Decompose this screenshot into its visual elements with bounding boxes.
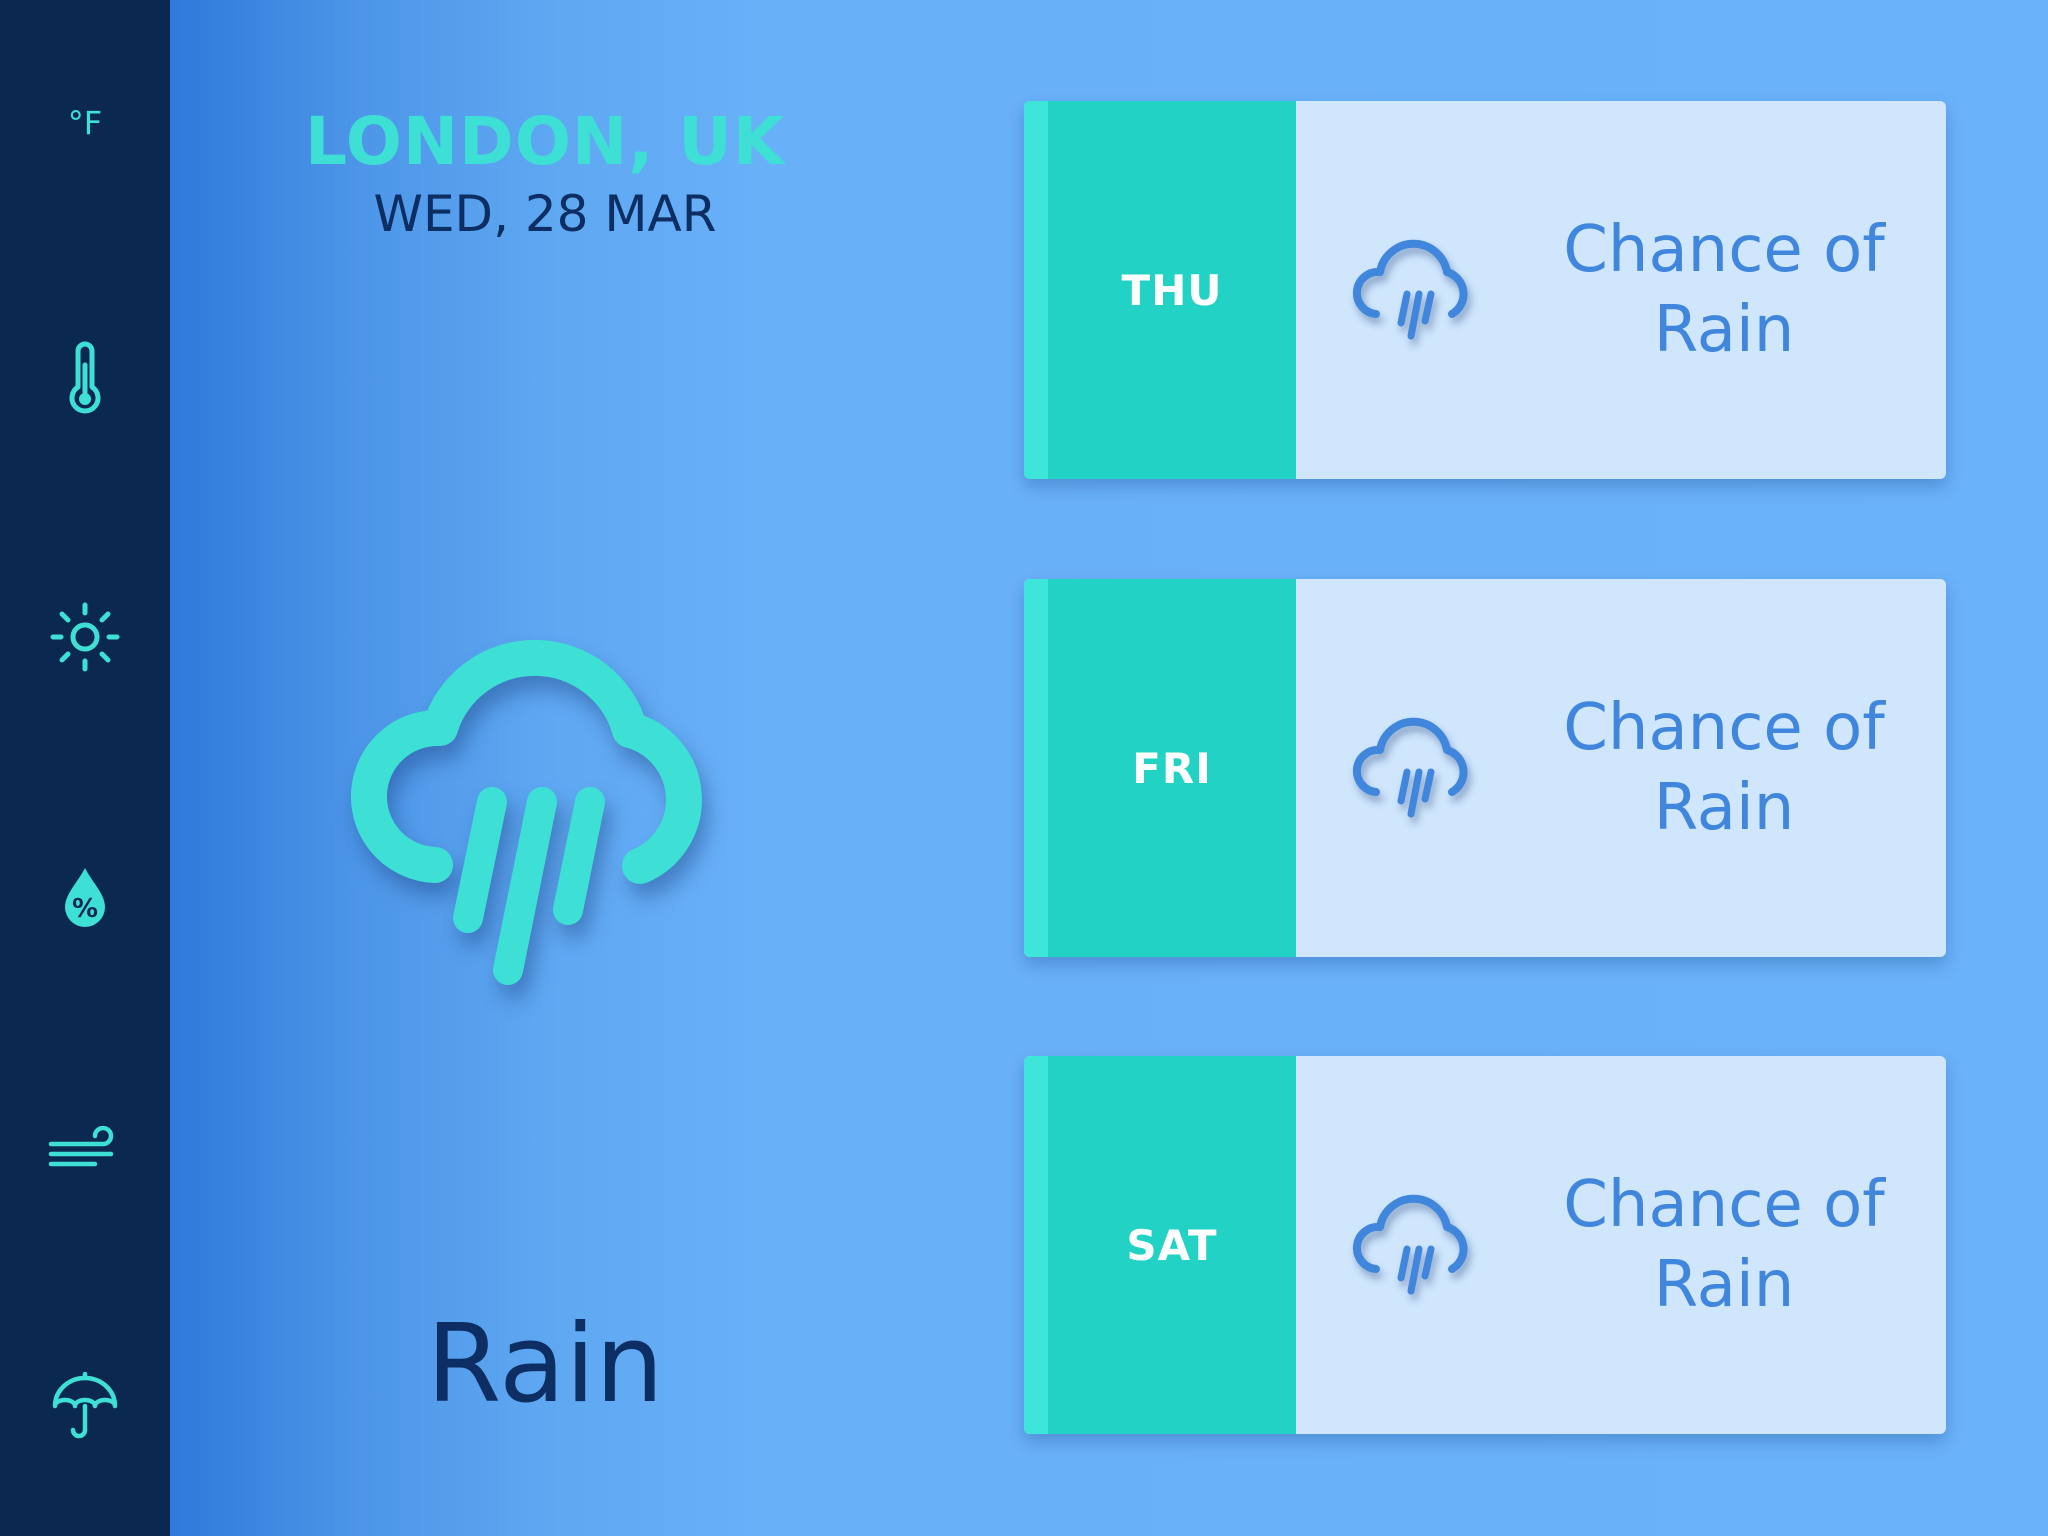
wind-icon: [48, 1126, 114, 1167]
rain-cloud-icon: [1352, 239, 1468, 340]
precipitation-button[interactable]: [0, 1352, 170, 1462]
wind-button[interactable]: [0, 1096, 170, 1206]
svg-text:%: %: [72, 894, 98, 924]
forecast-card[interactable]: FRI Chance of Rain: [1024, 579, 1946, 957]
sidebar: °F %: [0, 0, 170, 1536]
current-condition: Rain: [426, 1302, 664, 1427]
temperature-button[interactable]: [0, 324, 170, 434]
forecast-day: FRI: [1132, 743, 1212, 793]
umbrella-icon: [52, 1372, 118, 1439]
day-panel: SAT: [1048, 1056, 1296, 1434]
forecast-card[interactable]: THU Chance of Rain: [1024, 101, 1946, 479]
card-accent-stripe: [1024, 1056, 1048, 1434]
thermometer-icon: [69, 341, 101, 414]
forecast-description: Chance of Rain: [1563, 1168, 1885, 1322]
forecast-description: Chance of Rain: [1563, 213, 1885, 367]
unit-label: °F: [67, 104, 103, 142]
sun-icon: [50, 602, 120, 672]
unit-toggle-button[interactable]: °F: [0, 68, 170, 178]
forecast-card[interactable]: SAT Chance of Rain: [1024, 1056, 1946, 1434]
sunshine-button[interactable]: [0, 582, 170, 692]
rain-cloud-icon: [1352, 717, 1468, 818]
rain-cloud-icon: [351, 639, 702, 985]
card-accent-stripe: [1024, 101, 1048, 479]
location-city: LONDON, UK: [305, 103, 785, 180]
forecast-day: THU: [1121, 265, 1223, 315]
forecast-day: SAT: [1126, 1220, 1218, 1270]
humidity-button[interactable]: %: [0, 842, 170, 952]
current-date: WED, 28 MAR: [373, 185, 717, 243]
day-panel: FRI: [1048, 579, 1296, 957]
card-accent-stripe: [1024, 579, 1048, 957]
day-panel: THU: [1048, 101, 1296, 479]
humidity-drop-icon: %: [65, 868, 105, 927]
forecast-description: Chance of Rain: [1563, 691, 1885, 845]
rain-cloud-icon: [1352, 1194, 1468, 1295]
